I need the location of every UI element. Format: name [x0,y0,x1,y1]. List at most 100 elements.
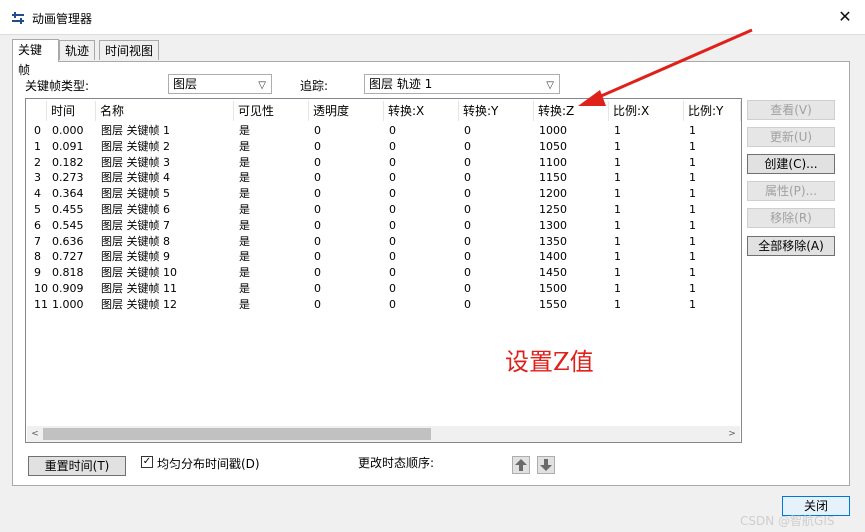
tab-keyframes[interactable]: 关键帧 [12,39,59,77]
app-icon [12,12,24,24]
reset-time-button[interactable]: 重置时间(T) [28,456,126,476]
col-visibility: 是 [239,282,250,295]
col-time: 0.273 [52,171,84,185]
annotation-text: 设置Z值 [505,348,594,376]
col-translate-y: 0 [464,282,471,295]
table-row[interactable]: 8 0.727 图层 关键帧 9 是 0 0 0 1400 1 1 [26,249,741,265]
tab-time-view[interactable]: 时间视图 [99,40,159,60]
col-translate-y: 0 [464,297,471,311]
col-scale-x: 1 [614,124,621,137]
distribute-checkbox[interactable]: ✓ [141,456,153,468]
col-scale-y: 1 [689,124,696,137]
col-index: 0 [34,124,41,137]
col-translate-x: 0 [389,171,396,185]
col-scale-x: 1 [614,203,621,216]
col-translate-z: 1450 [539,266,567,280]
table-row[interactable]: 7 0.636 图层 关键帧 8 是 0 0 0 1350 1 1 [26,234,741,250]
col-opacity: 0 [314,250,321,264]
horizontal-scrollbar[interactable]: < > [27,426,740,442]
col-translate-x: 0 [389,282,396,295]
col-opacity: 0 [314,171,321,185]
col-time: 0.636 [52,234,84,248]
table-row[interactable]: 11 1.000 图层 关键帧 12 是 0 0 0 1550 1 1 [26,297,741,313]
table-row[interactable]: 3 0.273 图层 关键帧 4 是 0 0 0 1150 1 1 [26,170,741,186]
header-col-translate-x[interactable]: 转换:X [384,101,459,121]
col-scale-y: 1 [689,250,696,264]
col-opacity: 0 [314,282,321,295]
window-close-icon[interactable]: ✕ [833,6,857,28]
col-opacity: 0 [314,297,321,311]
update-button[interactable]: 更新(U) [747,127,835,147]
col-scale-y: 1 [689,297,696,311]
col-translate-x: 0 [389,266,396,280]
col-opacity: 0 [314,187,321,201]
col-scale-y: 1 [689,266,696,280]
table-row[interactable]: 4 0.364 图层 关键帧 5 是 0 0 0 1200 1 1 [26,186,741,202]
col-scale-x: 1 [614,218,621,232]
keyframe-table[interactable]: 时间 名称 可见性 透明度 转换:X 转换:Y 转换:Z 比例:X 比例:Y 0 0.000 图层 … [25,98,742,443]
keyframe-type-select[interactable]: 图层 ▽ [168,74,272,94]
move-down-button[interactable] [537,456,555,474]
col-translate-y: 0 [464,171,471,185]
col-opacity: 0 [314,155,321,169]
col-time: 0.818 [52,266,84,280]
table-row[interactable]: 10 0.909 图层 关键帧 11 是 0 0 0 1500 1 1 [26,281,741,297]
scrollbar-thumb[interactable] [43,428,431,440]
header-col-opacity[interactable]: 透明度 [309,101,384,121]
track-label: 追踪: [300,79,329,93]
col-translate-x: 0 [389,218,396,232]
col-translate-z: 1350 [539,234,567,248]
col-translate-z: 1150 [539,171,567,185]
col-translate-y: 0 [464,266,471,280]
table-row[interactable]: 2 0.182 图层 关键帧 3 是 0 0 0 1100 1 1 [26,155,741,171]
col-time: 1.000 [52,297,84,311]
col-index: 11 [34,297,48,311]
col-time: 0.455 [52,203,84,216]
col-visibility: 是 [239,155,250,169]
col-opacity: 0 [314,139,321,153]
watermark: CSDN @智航GIS [740,514,835,528]
scroll-left-icon[interactable]: < [27,426,43,442]
header-col-index[interactable] [28,101,47,121]
view-button[interactable]: 查看(V) [747,100,835,120]
table-row[interactable]: 6 0.545 图层 关键帧 7 是 0 0 0 1300 1 1 [26,218,741,234]
keyframe-type-label: 关键帧类型: [25,79,90,93]
properties-button[interactable]: 属性(P)... [747,181,835,201]
table-row[interactable]: 9 0.818 图层 关键帧 10 是 0 0 0 1450 1 1 [26,265,741,281]
col-scale-y: 1 [689,282,696,295]
header-col-name[interactable]: 名称 [96,101,234,121]
table-row[interactable]: 0 0.000 图层 关键帧 1 是 0 0 0 1000 1 1 [26,123,741,139]
col-translate-x: 0 [389,203,396,216]
col-time: 0.000 [52,124,84,137]
col-name: 图层 关键帧 8 [101,234,170,248]
header-col-translate-y[interactable]: 转换:Y [459,101,534,121]
col-visibility: 是 [239,234,250,248]
header-col-visibility[interactable]: 可见性 [234,101,309,121]
tab-track[interactable]: 轨迹 [59,40,95,60]
header-col-time[interactable]: 时间 [47,101,96,121]
track-select[interactable]: 图层 轨迹 1 ▽ [364,74,560,94]
create-button[interactable]: 创建(C)... [747,154,835,174]
remove-button[interactable]: 移除(R) [747,208,835,228]
col-translate-x: 0 [389,297,396,311]
annotation-arrow-icon [578,28,753,106]
table-row[interactable]: 5 0.455 图层 关键帧 6 是 0 0 0 1250 1 1 [26,202,741,218]
table-row[interactable]: 1 0.091 图层 关键帧 2 是 0 0 0 1050 1 1 [26,139,741,155]
col-name: 图层 关键帧 4 [101,171,170,185]
col-index: 1 [34,139,41,153]
col-scale-x: 1 [614,266,621,280]
col-scale-x: 1 [614,297,621,311]
col-scale-y: 1 [689,171,696,185]
keyframe-type-value: 图层 [173,77,198,91]
remove-all-button[interactable]: 全部移除(A) [747,236,835,256]
col-index: 4 [34,187,41,201]
move-up-button[interactable] [512,456,530,474]
col-translate-z: 1550 [539,297,567,311]
scroll-right-icon[interactable]: > [724,426,740,442]
col-scale-y: 1 [689,203,696,216]
col-scale-x: 1 [614,234,621,248]
col-translate-x: 0 [389,187,396,201]
col-scale-x: 1 [614,171,621,185]
col-translate-x: 0 [389,124,396,137]
col-translate-z: 1500 [539,282,567,295]
